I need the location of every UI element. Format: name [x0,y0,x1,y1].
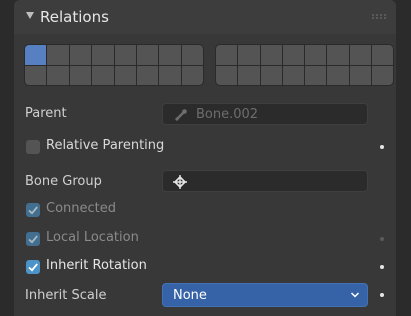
animate-property-dot-icon[interactable] [380,265,384,269]
animate-property-dot-icon[interactable] [380,293,384,297]
bone-layers-group-a [24,44,204,86]
inherit-rotation-checkbox[interactable] [26,260,40,274]
layer-toggle-b-10[interactable] [238,65,260,85]
layer-toggle-a-7[interactable] [159,45,181,65]
layer-toggle-a-6[interactable] [136,45,159,65]
layer-toggle-b-5[interactable] [305,45,327,65]
layer-toggle-a-4[interactable] [92,45,114,65]
connected-checkbox[interactable] [26,203,40,217]
layer-toggle-a-13[interactable] [114,65,136,85]
layer-toggle-a-1[interactable] [25,45,47,65]
layer-toggle-b-3[interactable] [260,45,282,65]
checkmark-icon [28,263,38,272]
bone-group-icon [173,175,187,189]
collapse-arrow-icon[interactable] [26,12,34,19]
bone-layers-group-b [215,44,394,86]
layer-toggle-b-7[interactable] [349,45,371,65]
layer-toggle-b-6[interactable] [327,45,349,65]
relations-panel: Relations Parent Bone.002 Relative Paren… [14,0,396,316]
layer-toggle-b-16[interactable] [371,65,393,85]
parent-value: Bone.002 [196,107,259,122]
local-location-checkbox[interactable] [26,232,40,246]
checkmark-icon [28,206,38,215]
bone-group-label: Bone Group [25,174,102,189]
inherit-rotation-label: Inherit Rotation [46,258,147,273]
inherit-scale-value: None [173,288,207,303]
relative-parenting-checkbox[interactable] [26,140,40,154]
layer-toggle-a-11[interactable] [69,65,92,85]
layer-toggle-a-5[interactable] [114,45,136,65]
layer-toggle-b-1[interactable] [216,45,238,65]
bone-icon [175,109,187,121]
layer-toggle-b-9[interactable] [216,65,238,85]
connected-label: Connected [46,201,117,216]
layer-toggle-b-15[interactable] [349,65,371,85]
layer-toggle-b-8[interactable] [371,45,393,65]
layer-toggle-b-13[interactable] [305,65,327,85]
local-location-label: Local Location [46,230,139,245]
layer-toggle-b-2[interactable] [238,45,260,65]
parent-label: Parent [25,106,67,121]
layer-toggle-a-15[interactable] [159,65,181,85]
layer-toggle-a-8[interactable] [181,45,203,65]
layer-toggle-a-14[interactable] [136,65,159,85]
layer-toggle-b-11[interactable] [260,65,282,85]
bone-group-field[interactable] [162,170,368,192]
layer-toggle-b-14[interactable] [327,65,349,85]
checkmark-icon [28,235,38,244]
layer-toggle-a-10[interactable] [47,65,69,85]
layer-toggle-a-12[interactable] [92,65,114,85]
animate-property-dot-icon [380,237,384,241]
layer-toggle-a-16[interactable] [181,65,203,85]
layer-toggle-a-3[interactable] [69,45,92,65]
layer-toggle-b-4[interactable] [282,45,304,65]
panel-title: Relations [40,8,109,26]
layer-toggle-a-2[interactable] [47,45,69,65]
chevron-down-icon [350,292,360,298]
animate-property-dot-icon[interactable] [380,145,384,149]
inherit-scale-label: Inherit Scale [25,288,107,303]
layer-toggle-b-12[interactable] [282,65,304,85]
inherit-scale-dropdown[interactable]: None [162,283,368,307]
panel-header[interactable]: Relations [14,0,396,34]
layer-toggle-a-9[interactable] [25,65,47,85]
parent-field[interactable]: Bone.002 [162,103,368,125]
relative-parenting-label: Relative Parenting [46,138,165,153]
drag-handle-icon[interactable] [372,14,386,19]
